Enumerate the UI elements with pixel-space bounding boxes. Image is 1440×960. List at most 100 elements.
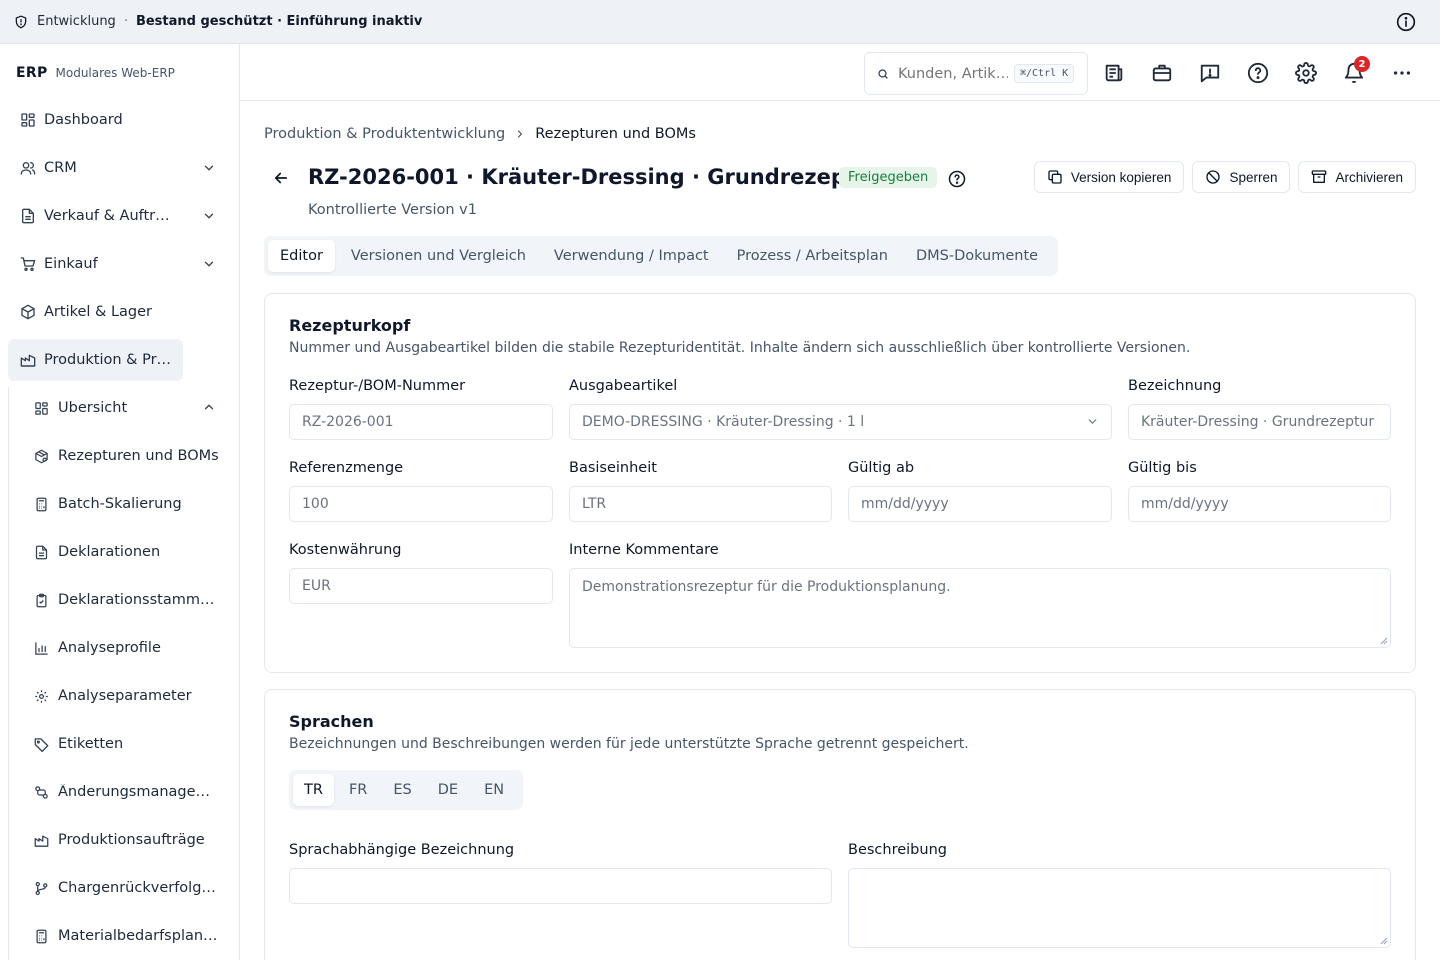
sidebar-subitem-label: Übersicht (58, 400, 128, 416)
briefcase-icon[interactable] (1151, 62, 1173, 84)
sidebar-subitem-analysis-profiles[interactable]: Analyseprofile (9, 627, 232, 669)
sidebar-item-sales[interactable]: Verkauf & Auftr… (8, 195, 232, 237)
search-input[interactable] (898, 65, 1008, 82)
designation-field[interactable]: Kräuter-Dressing · Grundrezeptur (1128, 404, 1391, 440)
sidebar-subitem-label: Produktionsaufträge (58, 832, 205, 848)
tab-dms-documents[interactable]: DMS-Dokumente (904, 240, 1050, 272)
clipboard-icon (34, 593, 49, 608)
breadcrumb-parent[interactable]: Produktion & Produktentwicklung (264, 126, 505, 142)
sidebar-subitem-label: Änderungsmanagem… (58, 784, 220, 800)
help-icon[interactable] (948, 170, 966, 188)
sidebar-item-crm[interactable]: CRM (8, 147, 232, 189)
back-arrow-icon[interactable] (272, 169, 290, 187)
production-subnav: Übersicht Rezepturen und BOMs Batch-Skal… (8, 387, 232, 960)
sidebar-item-articles-stock[interactable]: Artikel & Lager (8, 291, 232, 333)
page-title: RZ-2026-001 · Kräuter-Dressing · Grundre… (308, 165, 882, 189)
sidebar-subitem-overview[interactable]: Übersicht (9, 387, 232, 429)
base-unit-field[interactable]: LTR (569, 486, 832, 522)
chevron-down-icon (1086, 415, 1099, 428)
factory-icon (34, 833, 49, 848)
sidebar-nav: Dashboard CRM Verkauf & Auftr… Einkauf A… (8, 99, 232, 410)
sidebar-subitem-analysis-parameters[interactable]: Analyseparameter (9, 675, 232, 717)
tab-language-tr[interactable]: TR (293, 774, 334, 806)
copy-version-label: Version kopieren (1070, 169, 1172, 185)
environment-name: Entwicklung (37, 14, 116, 29)
description-textarea[interactable] (848, 868, 1391, 948)
tab-usage-impact[interactable]: Verwendung / Impact (542, 240, 721, 272)
number-label: Rezeptur-/BOM-Nummer (289, 378, 466, 394)
page-actions: Version kopieren Sperren Archivieren (1033, 161, 1416, 193)
gear-icon[interactable] (1295, 62, 1317, 84)
archive-icon (1311, 169, 1335, 185)
output-article-value: DEMO-DRESSING · Kräuter-Dressing · 1 l (582, 414, 865, 430)
sidebar-item-production[interactable]: Produktion & Pr… (8, 339, 183, 381)
sidebar-subitem-recipes[interactable]: Rezepturen und BOMs (9, 435, 232, 477)
valid-to-field[interactable]: mm/dd/yyyy (1128, 486, 1391, 522)
newspaper-icon[interactable] (1103, 62, 1125, 84)
tab-language-de[interactable]: DE (427, 774, 469, 806)
sidebar-subitem-change-management[interactable]: Änderungsmanagem… (9, 771, 232, 813)
sidebar: ERP Modulares Web-ERP Dashboard CRM Verk… (0, 44, 240, 960)
more-icon[interactable] (1391, 62, 1413, 84)
output-article-label: Ausgabeartikel (569, 378, 678, 394)
tab-language-en[interactable]: EN (473, 774, 515, 806)
sidebar-subitem-labels[interactable]: Etiketten (9, 723, 232, 765)
tab-versions-compare[interactable]: Versionen und Vergleich (339, 240, 538, 272)
dashboard-icon (20, 112, 36, 128)
chevron-right-icon (514, 128, 526, 140)
description-label: Beschreibung (848, 842, 947, 858)
breadcrumb-current: Rezepturen und BOMs (535, 126, 696, 142)
global-search[interactable]: ⌘/Ctrl K (864, 52, 1088, 95)
cart-icon (20, 256, 36, 272)
tab-process-routing[interactable]: Prozess / Arbeitsplan (725, 240, 900, 272)
sidebar-subitem-batch-tracing[interactable]: Chargenrückverfolgu… (9, 867, 232, 909)
sidebar-item-label: Artikel & Lager (44, 304, 152, 320)
archive-button[interactable]: Archivieren (1298, 161, 1416, 193)
info-icon[interactable] (1396, 12, 1416, 32)
tab-language-es[interactable]: ES (382, 774, 422, 806)
lock-button[interactable]: Sperren (1192, 161, 1291, 193)
currency-label: Kostenwährung (289, 542, 402, 558)
tab-language-fr[interactable]: FR (338, 774, 378, 806)
tab-list: Editor Versionen und Vergleich Verwendun… (264, 236, 1059, 276)
sidebar-item-label: Einkauf (44, 256, 98, 272)
lock-label: Sperren (1229, 169, 1278, 185)
sidebar-item-label: CRM (44, 160, 77, 176)
status-badge: Freigegeben (839, 167, 938, 188)
reference-qty-label: Referenzmenge (289, 460, 404, 476)
archive-label: Archivieren (1335, 169, 1403, 185)
dashboard-icon (34, 401, 49, 416)
brand[interactable]: ERP Modulares Web-ERP (16, 65, 175, 81)
sidebar-subitem-declaration-master[interactable]: Deklarationsstammd… (9, 579, 232, 621)
sidebar-subitem-production-orders[interactable]: Produktionsaufträge (9, 819, 232, 861)
sidebar-subitem-material-planning[interactable]: Materialbedarfsplan… (9, 915, 232, 957)
tab-editor[interactable]: Editor (268, 240, 335, 272)
number-field[interactable]: RZ-2026-001 (289, 404, 553, 440)
valid-to-label: Gültig bis (1128, 460, 1197, 476)
resize-grip-icon[interactable] (1380, 937, 1388, 945)
sidebar-item-label: Dashboard (44, 112, 123, 128)
copy-version-button[interactable]: Version kopieren (1033, 161, 1185, 193)
valid-from-field[interactable]: mm/dd/yyyy (848, 486, 1112, 522)
resize-grip-icon[interactable] (1380, 637, 1388, 645)
localized-name-field[interactable] (289, 868, 832, 904)
reference-qty-field[interactable]: 100 (289, 486, 553, 522)
message-alert-icon[interactable] (1199, 62, 1221, 84)
sidebar-item-dashboard[interactable]: Dashboard (8, 99, 232, 141)
comments-textarea[interactable]: Demonstrationsrezeptur für die Produktio… (569, 568, 1391, 648)
output-article-select[interactable]: DEMO-DRESSING · Kräuter-Dressing · 1 l (569, 404, 1112, 440)
sidebar-subitem-label: Rezepturen und BOMs (58, 448, 219, 464)
sidebar-item-purchasing[interactable]: Einkauf (8, 243, 232, 285)
sidebar-item-label: Verkauf & Auftr… (44, 208, 170, 224)
sidebar-subitem-declarations[interactable]: Deklarationen (9, 531, 232, 573)
sidebar-subitem-batch-scaling[interactable]: Batch-Skalierung (9, 483, 232, 525)
factory-icon (20, 352, 36, 368)
users-icon (20, 160, 36, 176)
sidebar-subitem-label: Batch-Skalierung (58, 496, 182, 512)
top-bar: ⌘/Ctrl K 2 (240, 44, 1440, 101)
bar-chart-icon (34, 641, 49, 656)
card-description: Nummer und Ausgabeartikel bilden die sta… (289, 340, 1191, 356)
document-icon (34, 545, 49, 560)
currency-field[interactable]: EUR (289, 568, 553, 604)
help-icon[interactable] (1247, 62, 1269, 84)
